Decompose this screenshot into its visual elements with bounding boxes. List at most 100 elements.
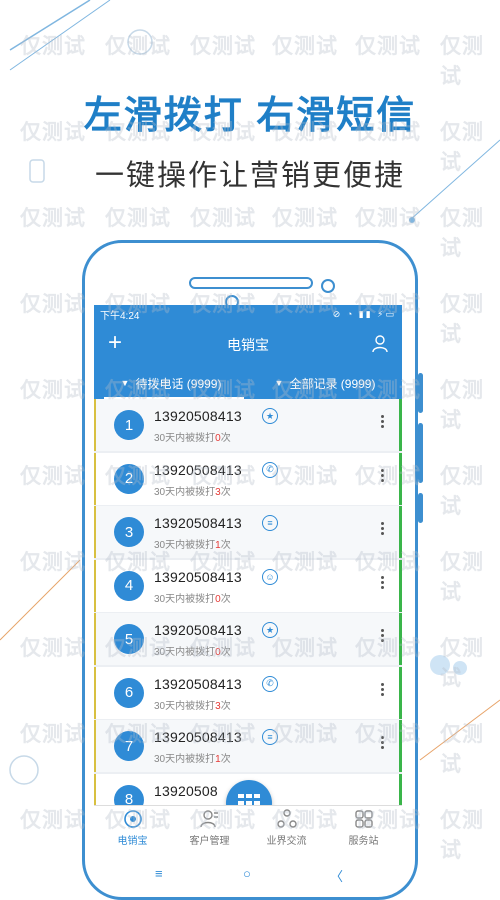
app-bar: + 电销宝 <box>94 323 402 367</box>
watermark-text: 仅测试 <box>190 35 256 58</box>
call-row[interactable]: 2 13920508413 30天内被拨打3次 ✆ <box>94 452 402 505</box>
watermark-text: 仅测试 <box>20 35 86 58</box>
phone-number: 13920508413 <box>154 729 242 745</box>
nav-item-community[interactable]: 业界交流 <box>248 806 325 850</box>
nav-label: 业界交流 <box>266 836 307 847</box>
watermark-text: 仅测试 <box>20 551 86 574</box>
phone-soft-keys: ≡ ○ 〈 <box>0 866 500 885</box>
call-row[interactable]: 1 13920508413 30天内被拨打0次 ★ <box>94 399 402 451</box>
call-list: 1 13920508413 30天内被拨打0次 ★ 2 13920508413 … <box>94 399 402 827</box>
promo-subheadline: 一键操作让营销更便捷 <box>94 160 405 192</box>
row-index: 7 <box>114 731 144 761</box>
watermark-text: 仅测试 <box>355 35 421 58</box>
add-icon[interactable]: + <box>108 331 122 355</box>
status-icons: ⊘ ◔ ▮▮ ⚡▭ <box>332 308 396 319</box>
list-icon: ≡ <box>262 729 278 745</box>
more-options-icon[interactable] <box>381 682 385 698</box>
bottom-nav: 电销宝 客户管理 业界交流 服务站 <box>94 805 402 850</box>
home-icon <box>123 810 142 828</box>
customer-icon <box>199 810 218 828</box>
promo-headline: 左滑拨打 右滑短信 <box>83 95 417 137</box>
row-index: 4 <box>114 570 144 601</box>
dropdown-triangle-icon: ▼ <box>120 378 130 388</box>
more-options-icon[interactable] <box>381 575 385 591</box>
phone-speaker <box>189 277 313 289</box>
watermark-text: 仅测试 <box>440 637 484 690</box>
watermark-text: 仅测试 <box>105 35 171 58</box>
phone-number: 13920508413 <box>154 408 242 424</box>
status-bar: 下午4:24 ⊘ ◔ ▮▮ ⚡▭ <box>94 305 402 323</box>
tab-all-records[interactable]: ▼ 全部记录 (9999) <box>248 367 402 399</box>
more-options-icon[interactable] <box>381 468 385 484</box>
more-options-icon[interactable] <box>381 629 385 644</box>
watermark-text: 仅测试 <box>20 723 86 746</box>
call-count-text: 30天内被拨打0次 <box>154 433 231 444</box>
watermark-text: 仅测试 <box>20 207 86 230</box>
call-row[interactable]: 7 13920508413 30天内被拨打1次 ≡ <box>94 720 402 772</box>
phone-number: 13920508413 <box>154 515 242 531</box>
more-options-icon[interactable] <box>381 522 385 537</box>
phone-icon: ✆ <box>262 461 278 478</box>
menu-key-icon[interactable]: ≡ <box>155 866 163 881</box>
nav-label: 服务站 <box>348 836 379 847</box>
watermark-text: 仅测试 <box>440 809 484 862</box>
tab-label: 待拨电话 (9999) <box>135 376 222 391</box>
call-row[interactable]: 3 13920508413 30天内被拨打1次 ≡ <box>94 506 402 558</box>
watermark-text: 仅测试 <box>272 207 338 230</box>
call-count-text: 30天内被拨打0次 <box>154 593 231 605</box>
tab-label: 全部记录 (9999) <box>289 376 376 391</box>
watermark-text: 仅测试 <box>20 465 86 488</box>
call-row[interactable]: 6 13920508413 30天内被拨打3次 ✆ <box>94 666 402 719</box>
row-index: 1 <box>114 410 144 440</box>
row-index: 6 <box>114 677 144 708</box>
row-index: 5 <box>114 624 144 654</box>
volume-up-button <box>418 373 423 413</box>
home-key-icon[interactable]: ○ <box>243 866 251 881</box>
watermark-text: 仅测试 <box>105 207 171 230</box>
watermark-text: 仅测试 <box>20 809 86 832</box>
volume-down-button <box>418 423 423 483</box>
back-key-icon[interactable]: 〈 <box>330 866 343 885</box>
call-count-text: 30天内被拨打3次 <box>154 700 231 712</box>
more-options-icon[interactable] <box>381 736 385 751</box>
power-button <box>418 493 423 523</box>
phone-number: 13920508413 <box>154 461 242 478</box>
app-screen: 下午4:24 ⊘ ◔ ▮▮ ⚡▭ + 电销宝 ▼ 待拨电话 (9999) ▼ 全… <box>94 305 402 850</box>
tab-bar: ▼ 待拨电话 (9999) ▼ 全部记录 (9999) <box>94 367 402 399</box>
more-options-icon[interactable] <box>381 415 385 430</box>
dropdown-triangle-icon: ▼ <box>274 378 284 388</box>
row-index: 3 <box>114 517 144 547</box>
phone-number: 13920508413 <box>154 675 242 692</box>
smile-icon: ☺ <box>262 568 278 585</box>
star-icon: ★ <box>262 622 278 638</box>
nav-label: 客户管理 <box>189 836 230 847</box>
watermark-text: 仅测试 <box>20 637 86 660</box>
app-title: 电销宝 <box>227 337 269 353</box>
watermark-text: 仅测试 <box>440 551 484 604</box>
status-time: 下午4:24 <box>100 310 140 322</box>
watermark-text: 仅测试 <box>440 35 484 88</box>
nav-item-home[interactable]: 电销宝 <box>94 806 171 850</box>
call-count-text: 30天内被拨打3次 <box>154 486 231 498</box>
call-row[interactable]: 5 13920508413 30天内被拨打0次 ★ <box>94 613 402 665</box>
watermark-text: 仅测试 <box>440 379 484 432</box>
watermark-text: 仅测试 <box>190 207 256 230</box>
star-icon: ★ <box>262 408 278 424</box>
user-icon[interactable] <box>372 335 388 353</box>
list-icon: ≡ <box>262 515 278 531</box>
watermark-text: 仅测试 <box>20 379 86 402</box>
call-count-text: 30天内被拨打1次 <box>154 754 231 765</box>
watermark-text: 仅测试 <box>440 723 484 776</box>
watermark-text: 仅测试 <box>440 465 484 518</box>
nav-item-service[interactable]: 服务站 <box>325 806 402 850</box>
phone-sensor <box>321 279 335 293</box>
phone-number: 13920508413 <box>154 568 242 585</box>
watermark-text: 仅测试 <box>20 293 86 316</box>
call-row[interactable]: 4 13920508413 30天内被拨打0次 ☺ <box>94 559 402 612</box>
nav-item-customers[interactable]: 客户管理 <box>171 806 248 850</box>
service-icon <box>354 810 373 828</box>
call-count-text: 30天内被拨打0次 <box>154 647 231 658</box>
watermark-text: 仅测试 <box>440 207 484 260</box>
phone-number: 13920508 <box>154 782 218 799</box>
tab-pending-calls[interactable]: ▼ 待拨电话 (9999) <box>94 367 248 399</box>
